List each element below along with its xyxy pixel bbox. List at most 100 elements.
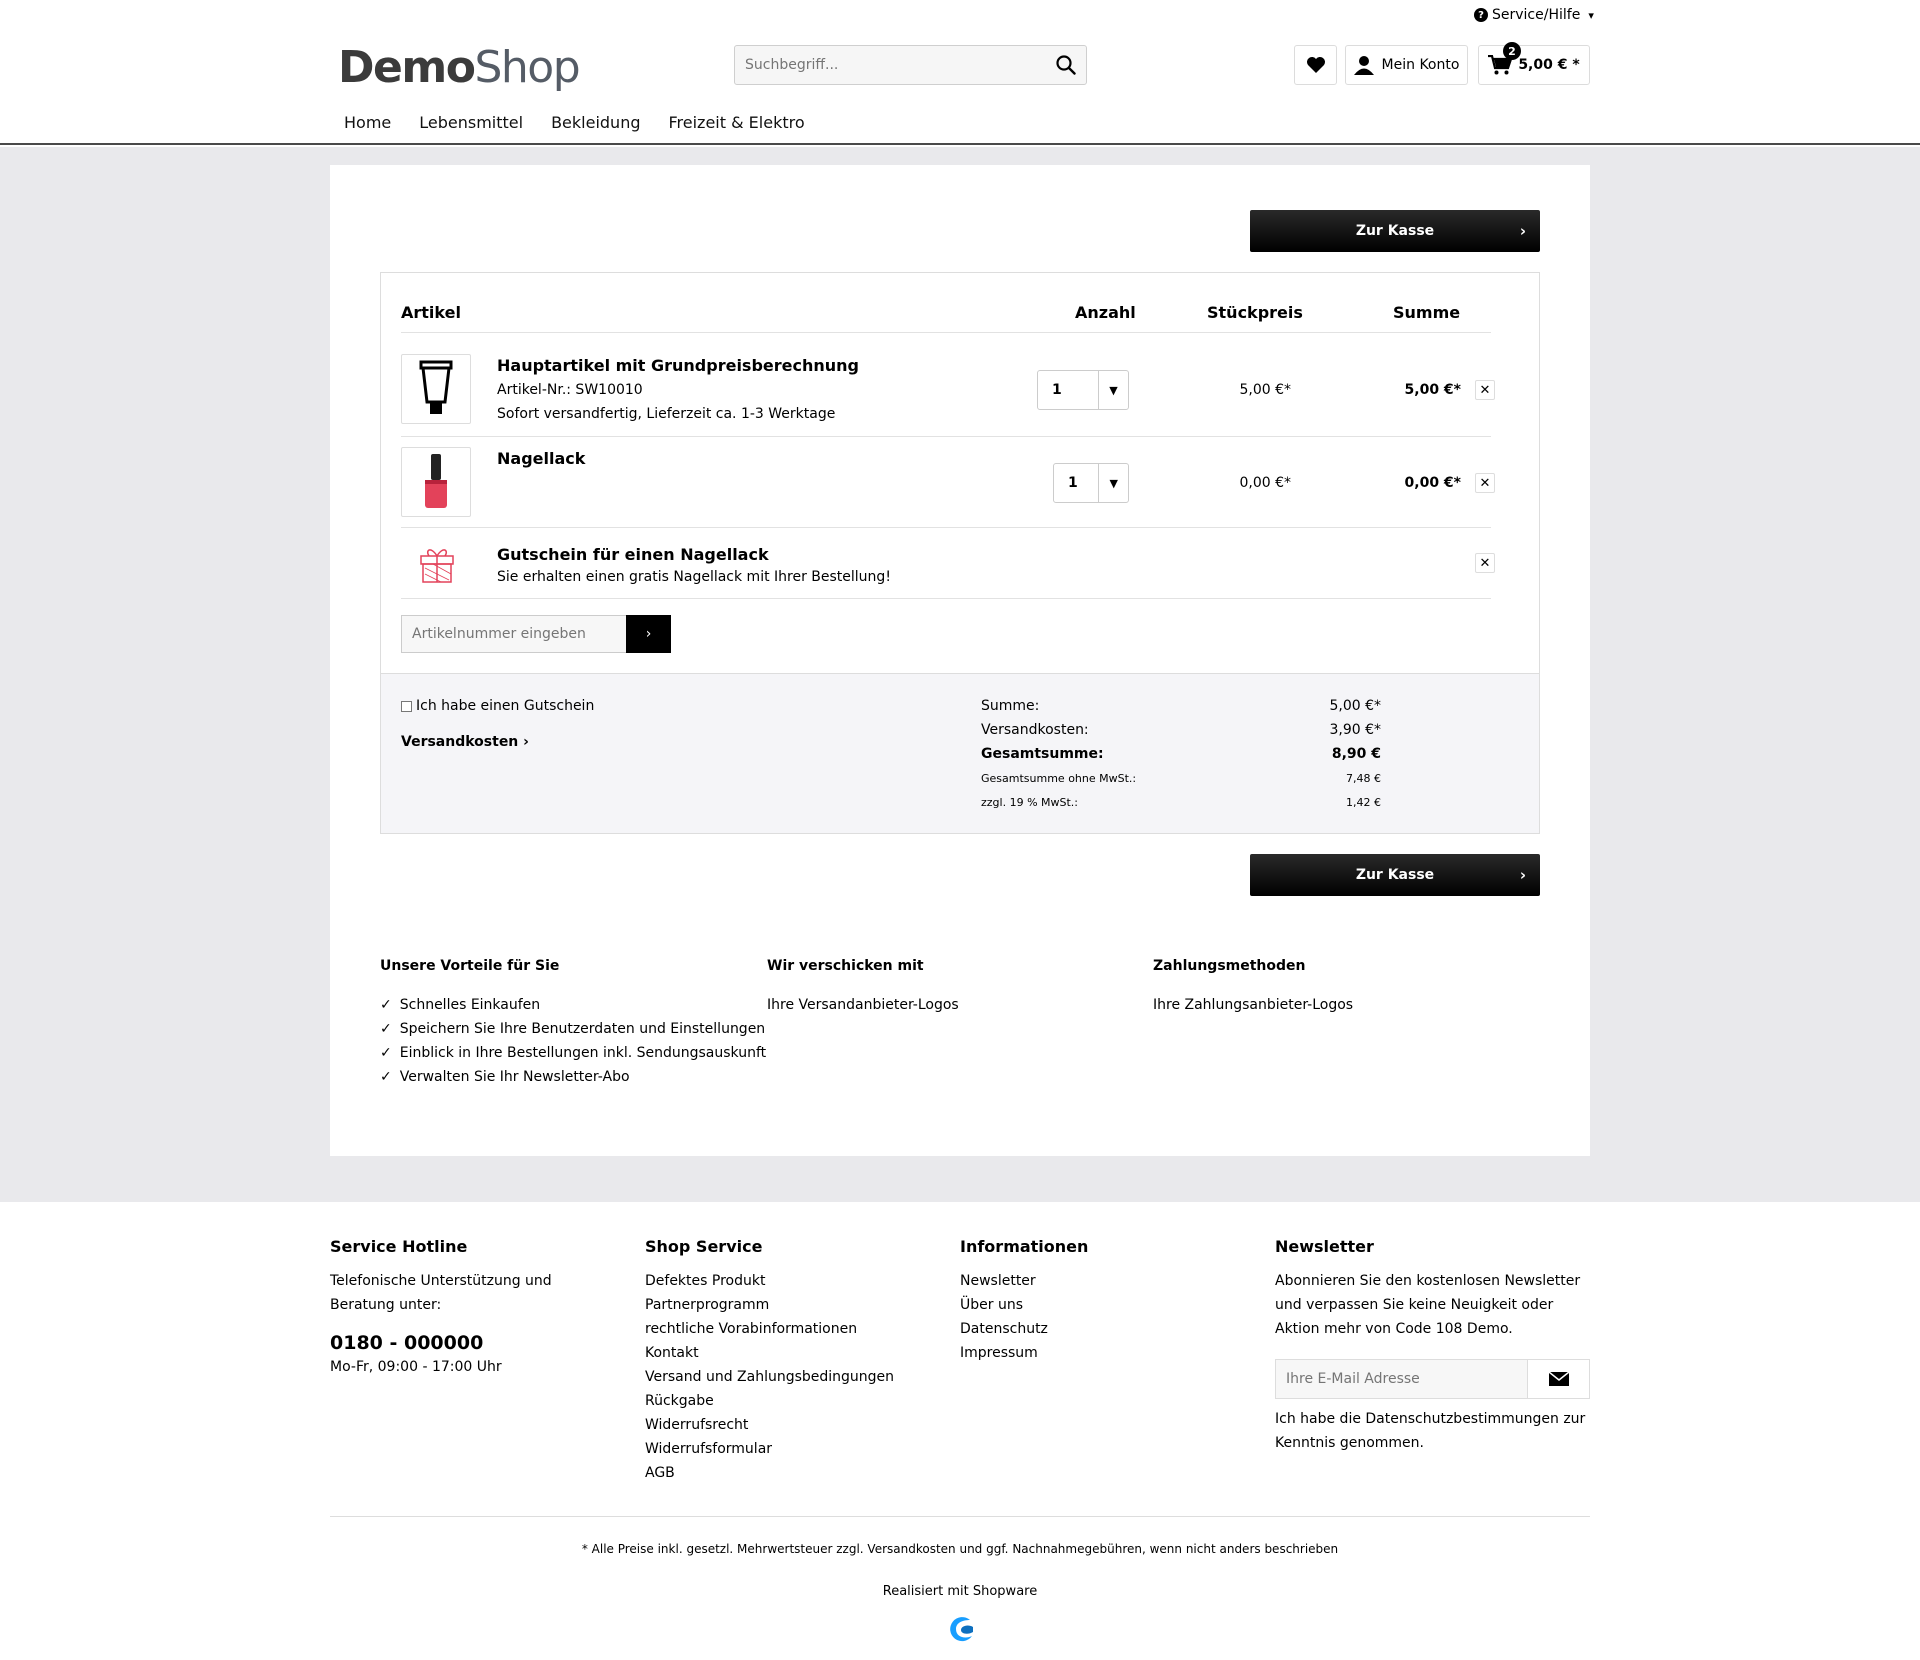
article-number-input[interactable]	[401, 615, 626, 653]
footer-information: Informationen Newsletter Über uns Datens…	[960, 1235, 1250, 1365]
list-item: ✓ Einblick in Ihre Bestellungen inkl. Sen…	[380, 1045, 767, 1061]
chevron-right-icon: ›	[1519, 222, 1526, 240]
vat-note: * Alle Preise inkl. gesetzl. Mehrwertste…	[581, 1542, 1339, 1556]
voucher-checkbox[interactable]	[401, 700, 412, 712]
footer-divider	[330, 1516, 1590, 1517]
nav-freizeit-elektro[interactable]: Freizeit & Elektro	[669, 113, 805, 132]
product-sku: Artikel-Nr.: SW10010	[497, 382, 643, 398]
footer-link[interactable]: Rückgabe	[645, 1389, 935, 1413]
help-icon: ?	[1474, 8, 1488, 22]
nail-polish-icon	[425, 454, 447, 508]
hotline-title: Service Hotline	[330, 1237, 468, 1256]
footer-link[interactable]: Defektes Produkt	[645, 1269, 935, 1293]
email-field[interactable]	[1276, 1360, 1528, 1398]
product-image[interactable]	[401, 447, 471, 517]
cart-row: Nagellack 1 ▼ 0,00 €* 0,00 €* ✕	[401, 437, 1495, 528]
add-article-button[interactable]: ›	[626, 615, 671, 653]
delivery-info: Sofort versandfertig, Lieferzeit ca. 1-3…	[497, 406, 836, 422]
hotline-number[interactable]: 0180 - 000000	[330, 1331, 620, 1355]
footer-link[interactable]: AGB	[645, 1461, 935, 1485]
footer-link[interactable]: Kontakt	[645, 1341, 935, 1365]
product-title[interactable]: Hauptartikel mit Grundpreisberechnung	[497, 356, 859, 375]
advantages-title: Unsere Vorteile für Sie	[380, 958, 560, 974]
account-button[interactable]: Mein Konto	[1345, 45, 1468, 85]
voucher-description: Sie erhalten einen gratis Nagellack mit …	[497, 569, 891, 585]
shopware-icon[interactable]	[946, 1614, 976, 1648]
col-quantity: Anzahl	[1075, 303, 1136, 322]
summary-sum-label: Summe:	[981, 698, 1040, 714]
summary-shipping-label: Versandkosten:	[981, 722, 1089, 738]
summary-vat-label: zzgl. 19 % MwSt.:	[981, 796, 1079, 809]
footer-link[interactable]: Newsletter	[960, 1269, 1250, 1293]
footer-hotline: Service Hotline Telefonische Unterstützu…	[330, 1235, 620, 1379]
newsletter-submit-button[interactable]	[1527, 1360, 1589, 1398]
check-icon: ✓	[380, 1045, 392, 1061]
gift-icon	[419, 544, 455, 588]
footer-link[interactable]: Über uns	[960, 1293, 1250, 1317]
check-icon: ✓	[380, 997, 392, 1013]
footer-link[interactable]: Partnerprogramm	[645, 1293, 935, 1317]
close-icon: ✕	[1479, 475, 1491, 491]
col-unit-price: Stückpreis	[1207, 303, 1303, 322]
shipping-costs-link[interactable]: Versandkosten ›	[401, 734, 529, 750]
search-box	[734, 45, 1087, 85]
footer-link[interactable]: rechtliche Vorabinformationen	[645, 1317, 935, 1341]
info-title: Informationen	[960, 1237, 1089, 1256]
footer-link[interactable]: Impressum	[960, 1341, 1250, 1365]
shipping-partners-section: Wir verschicken mit Ihre Versandanbieter…	[767, 958, 959, 1017]
product-image[interactable]	[401, 354, 471, 424]
quantity-select[interactable]: 1 ▼	[1037, 370, 1129, 410]
shipping-partners-title: Wir verschicken mit	[767, 958, 924, 974]
cart-row-voucher: Gutschein für einen Nagellack Sie erhalt…	[401, 528, 1495, 599]
checkout-button-top[interactable]: Zur Kasse ›	[1250, 210, 1540, 252]
nav-home[interactable]: Home	[344, 113, 391, 132]
remove-voucher-button[interactable]: ✕	[1475, 553, 1495, 573]
privacy-text: Ich habe die Datenschutzbestimmungen zur…	[1275, 1411, 1586, 1451]
chevron-down-icon: ▼	[1098, 464, 1128, 502]
chevron-down-icon: ▼	[1098, 371, 1128, 409]
voucher-toggle[interactable]: Ich habe einen Gutschein	[401, 698, 594, 714]
tube-icon	[419, 360, 453, 414]
remove-item-button[interactable]: ✕	[1475, 473, 1495, 493]
list-item: ✓ Verwalten Sie Ihr Newsletter-Abo	[380, 1069, 630, 1085]
summary-net-value: 7,48 €	[1346, 772, 1381, 785]
main-navigation: Home Lebensmittel Bekleidung Freizeit & …	[344, 113, 805, 132]
search-input[interactable]	[735, 46, 1046, 84]
product-title[interactable]: Nagellack	[497, 449, 585, 468]
service-label: Service/Hilfe	[1492, 7, 1581, 23]
search-button[interactable]	[1046, 46, 1086, 84]
list-item: ✓ Schnelles Einkaufen	[380, 997, 541, 1013]
list-item: ✓ Speichern Sie Ihre Benutzerdaten und Ei…	[380, 1021, 766, 1037]
unit-price: 5,00 €*	[1239, 382, 1291, 398]
footer-link[interactable]: Datenschutz	[960, 1317, 1250, 1341]
footer: Service Hotline Telefonische Unterstützu…	[0, 1202, 1920, 1660]
cart-table-header: Artikel Anzahl Stückpreis Summe	[401, 303, 1491, 333]
footer-link[interactable]: Widerrufsformular	[645, 1437, 935, 1461]
add-article-form: ›	[401, 615, 671, 653]
nav-lebensmittel[interactable]: Lebensmittel	[419, 113, 523, 132]
footer-newsletter: Newsletter Abonnieren Sie den kostenlose…	[1275, 1235, 1593, 1455]
checkout-button-bottom[interactable]: Zur Kasse ›	[1250, 854, 1540, 896]
user-icon	[1353, 56, 1374, 75]
line-sum: 5,00 €*	[1404, 382, 1461, 398]
chevron-right-icon: ›	[645, 626, 652, 642]
col-article: Artikel	[401, 303, 461, 322]
footer-link[interactable]: Widerrufsrecht	[645, 1413, 935, 1437]
payment-methods-section: Zahlungsmethoden Ihre Zahlungsanbieter-L…	[1153, 958, 1353, 1017]
page: ? Service/Hilfe ▾ DemoShop Mein Konto 2 …	[0, 0, 1920, 1660]
voucher-title: Gutschein für einen Nagellack	[497, 545, 769, 564]
shipping-partners-text: Ihre Versandanbieter-Logos	[767, 997, 959, 1013]
unit-price: 0,00 €*	[1239, 475, 1291, 491]
cart-table: Artikel Anzahl Stückpreis Summe Hauptart…	[380, 272, 1540, 834]
remove-item-button[interactable]: ✕	[1475, 380, 1495, 400]
newsletter-title: Newsletter	[1275, 1237, 1374, 1256]
shop-logo[interactable]: DemoShop	[338, 42, 581, 93]
service-menu[interactable]: ? Service/Hilfe ▾	[1474, 7, 1594, 23]
cart-button[interactable]: 2 5,00 € *	[1478, 42, 1590, 85]
summary-total-value: 8,90 €	[1331, 746, 1381, 762]
quantity-select[interactable]: 1 ▼	[1053, 463, 1129, 503]
realized-with[interactable]: Realisiert mit Shopware	[0, 1584, 1920, 1599]
nav-bekleidung[interactable]: Bekleidung	[551, 113, 640, 132]
footer-link[interactable]: Versand und Zahlungsbedingungen	[645, 1365, 935, 1389]
wishlist-button[interactable]	[1294, 45, 1337, 85]
